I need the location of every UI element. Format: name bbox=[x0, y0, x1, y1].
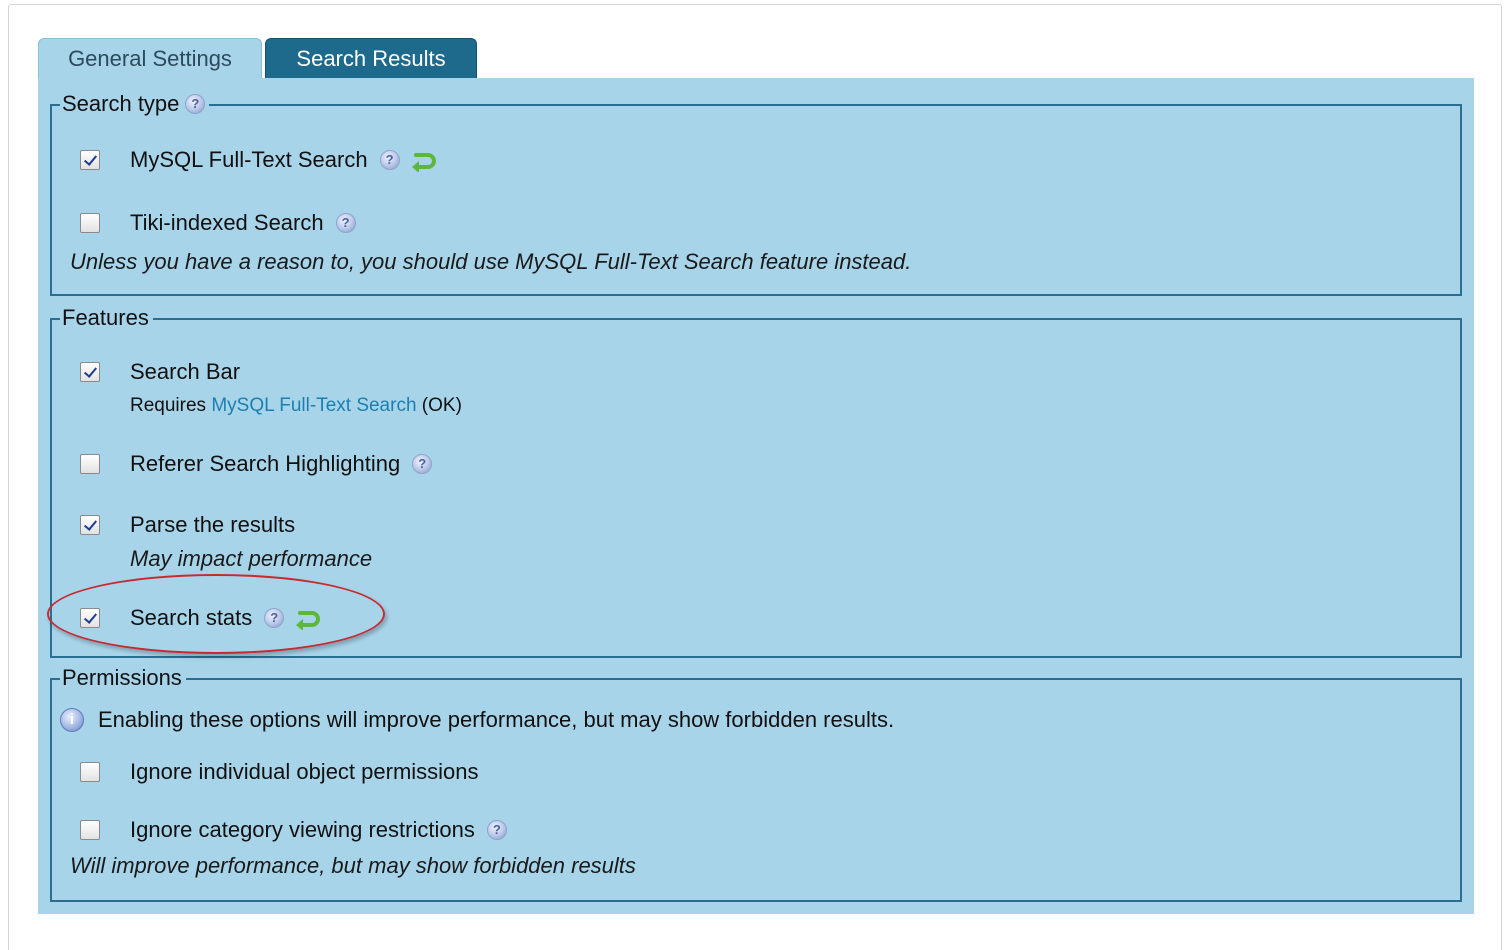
fieldset-search-type: Search type ? MySQL Full-Text Search ? T… bbox=[50, 90, 1462, 296]
tab-search-results[interactable]: Search Results bbox=[265, 38, 477, 78]
help-icon[interactable]: ? bbox=[185, 94, 206, 114]
permissions-info: i Enabling these options will improve pe… bbox=[60, 706, 894, 734]
help-icon[interactable]: ? bbox=[486, 820, 507, 840]
requirement-suffix: (OK) bbox=[416, 395, 462, 416]
mysql-fulltext-checkbox[interactable] bbox=[80, 150, 100, 170]
help-icon[interactable]: ? bbox=[412, 454, 433, 474]
option-ignore-object-perms: Ignore individual object permissions bbox=[80, 758, 479, 786]
option-mysql-fulltext: MySQL Full-Text Search ? bbox=[80, 146, 440, 174]
info-icon: i bbox=[60, 708, 84, 732]
highlight-ellipse bbox=[47, 574, 385, 654]
legend-label: Permissions bbox=[62, 665, 182, 690]
option-label: Tiki-indexed Search bbox=[130, 210, 324, 235]
option-search-bar: Search Bar bbox=[80, 358, 240, 386]
tab-general-settings[interactable]: General Settings bbox=[38, 38, 262, 78]
option-label: Parse the results bbox=[130, 512, 296, 537]
permissions-info-text: Enabling these options will improve perf… bbox=[98, 707, 895, 732]
reset-arrow-icon[interactable] bbox=[410, 148, 440, 173]
option-label: Referer Search Highlighting bbox=[130, 451, 401, 476]
legend-label: Features bbox=[62, 305, 149, 330]
option-label: Ignore individual object permissions bbox=[130, 759, 479, 784]
referer-highlighting-checkbox[interactable] bbox=[80, 454, 100, 474]
fieldset-legend-permissions: Permissions bbox=[60, 664, 186, 692]
fieldset-legend-features: Features bbox=[60, 304, 153, 332]
requirement-link[interactable]: MySQL Full-Text Search bbox=[211, 395, 416, 416]
option-parse-results: Parse the results bbox=[80, 511, 295, 539]
ignore-category-restrictions-checkbox[interactable] bbox=[80, 820, 100, 840]
parse-results-checkbox[interactable] bbox=[80, 515, 100, 535]
requirement-prefix: Requires bbox=[130, 395, 212, 416]
legend-label: Search type bbox=[62, 91, 180, 116]
ignore-object-perms-checkbox[interactable] bbox=[80, 762, 100, 782]
help-icon[interactable]: ? bbox=[379, 150, 400, 170]
option-tiki-indexed: Tiki-indexed Search ? bbox=[80, 209, 356, 237]
tab-panel: Search type ? MySQL Full-Text Search ? T… bbox=[38, 78, 1474, 914]
search-bar-requirement: Requires MySQL Full-Text Search (OK) bbox=[130, 394, 462, 418]
option-referer-highlighting: Referer Search Highlighting ? bbox=[80, 450, 433, 478]
parse-results-note: May impact performance bbox=[130, 546, 373, 571]
option-ignore-category-restrictions: Ignore category viewing restrictions ? bbox=[80, 816, 507, 844]
permissions-note: Will improve performance, but may show f… bbox=[70, 853, 636, 878]
tiki-indexed-checkbox[interactable] bbox=[80, 213, 100, 233]
help-icon[interactable]: ? bbox=[335, 213, 356, 233]
option-label: MySQL Full-Text Search bbox=[130, 147, 368, 172]
fieldset-legend-search-type: Search type ? bbox=[60, 90, 210, 118]
option-label: Search Bar bbox=[130, 359, 241, 384]
option-label: Ignore category viewing restrictions bbox=[130, 817, 475, 842]
search-bar-checkbox[interactable] bbox=[80, 362, 100, 382]
search-type-note: Unless you have a reason to, you should … bbox=[70, 249, 912, 274]
